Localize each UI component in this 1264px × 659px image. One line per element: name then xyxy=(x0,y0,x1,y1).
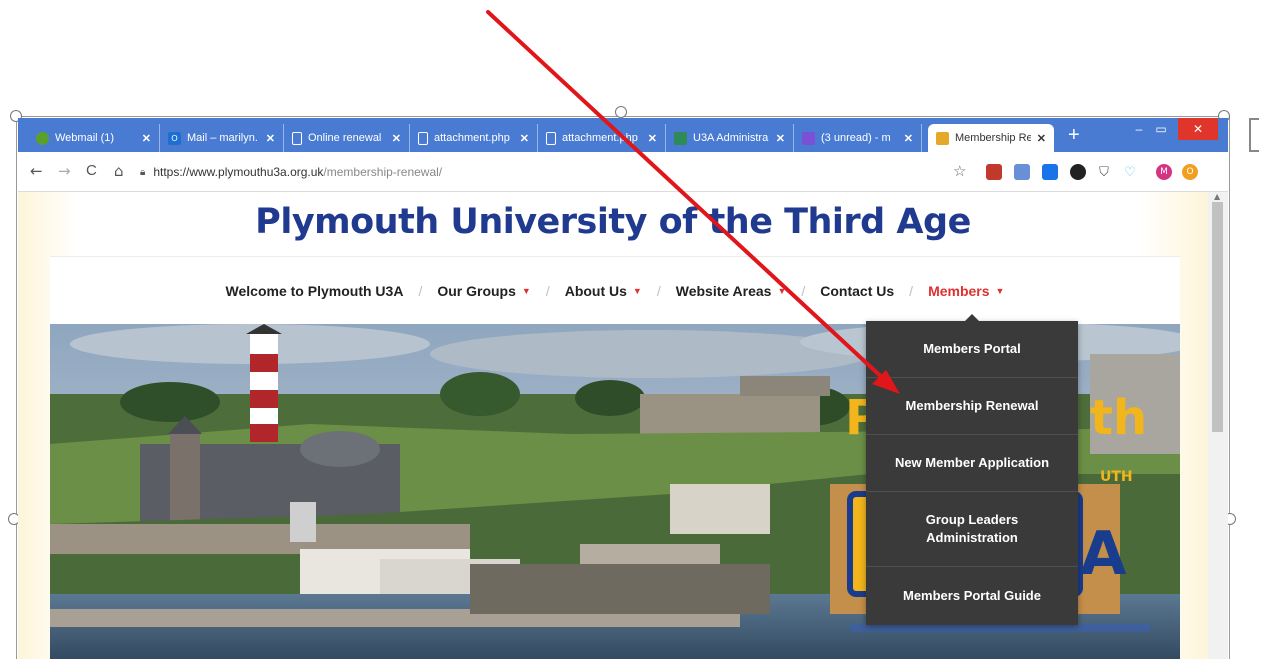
annotation-arrow xyxy=(486,10,900,394)
